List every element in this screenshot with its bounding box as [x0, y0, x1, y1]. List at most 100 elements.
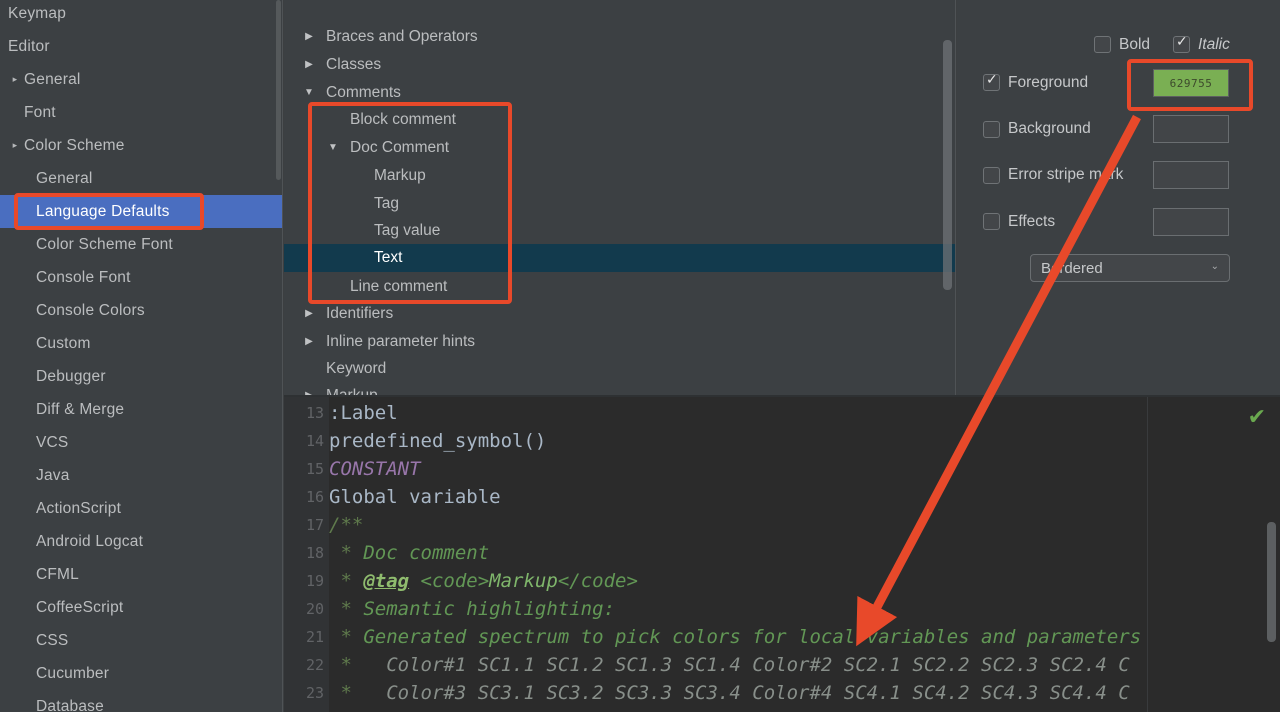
- tree-item-markup[interactable]: Markup: [284, 162, 956, 190]
- line-number: 21: [305, 628, 324, 646]
- settings-categories-sidebar[interactable]: Keymap Editor ▸ General Font ▸ Color Scheme Gen…: [0, 0, 283, 712]
- tree-item-label: Markup: [374, 167, 426, 184]
- sidebar-item-label: CFML: [36, 565, 79, 583]
- bold-label: Bold: [1119, 36, 1151, 53]
- tree-scrollbar[interactable]: [943, 40, 952, 290]
- line-number: 16: [305, 488, 324, 506]
- line-number: 15: [305, 460, 324, 478]
- tree-item-braces-and-operators[interactable]: ▶ Braces and Operators: [284, 23, 956, 51]
- tree-item-label: Doc Comment: [350, 139, 450, 156]
- code-text: * Generated spectrum to pick colors for …: [329, 623, 1141, 651]
- tree-item-tag[interactable]: Tag: [284, 190, 956, 218]
- sidebar-item-color-scheme[interactable]: ▸ Color Scheme: [0, 129, 283, 162]
- sidebar-twisty-icon[interactable]: ▸: [8, 74, 22, 85]
- sidebar-item-label: VCS: [36, 433, 69, 451]
- error-stripe-mark-color-swatch[interactable]: [1153, 161, 1229, 189]
- tree-item-classes[interactable]: ▶ Classes: [284, 51, 956, 79]
- sidebar-item-label: Debugger: [36, 367, 106, 385]
- sidebar-item-language-defaults[interactable]: Language Defaults: [0, 195, 283, 228]
- foreground-checkbox[interactable]: [983, 72, 1000, 91]
- effects-label: Effects: [1008, 213, 1056, 230]
- sidebar-item-general[interactable]: ▸ General: [0, 63, 283, 96]
- tree-item-label: Classes: [326, 56, 382, 73]
- sidebar-item-actionscript[interactable]: ActionScript: [0, 492, 283, 525]
- code-text: * Doc comment: [329, 539, 489, 567]
- background-checkbox[interactable]: [983, 121, 1000, 138]
- tree-item-inline-parameter-hints[interactable]: ▶ Inline parameter hints: [284, 328, 956, 356]
- sidebar-item-label: Database: [36, 697, 104, 712]
- attributes-panel: Bold Italic Foreground 629755 Background…: [957, 0, 1280, 396]
- italic-checkbox[interactable]: [1173, 34, 1190, 53]
- tree-item-markup[interactable]: ▶ Markup: [284, 382, 956, 396]
- tree-item-identifiers[interactable]: ▶ Identifiers: [284, 300, 956, 328]
- chevron-right-icon[interactable]: ▶: [302, 32, 316, 42]
- code-text: :Label: [329, 399, 398, 427]
- code-preview-editor[interactable]: 13:Label 14 predefined_symbol() 15 CONSTANT 1…: [284, 397, 1280, 712]
- sidebar-item-console-colors[interactable]: Console Colors: [0, 294, 283, 327]
- code-line: 21 * Generated spectrum to pick colors f…: [284, 623, 1280, 651]
- chevron-right-icon[interactable]: ▶: [302, 60, 316, 70]
- code-token: Generated spectrum to pick colors for lo…: [363, 626, 1142, 648]
- foreground-color-swatch[interactable]: 629755: [1153, 69, 1229, 97]
- chevron-right-icon[interactable]: ▶: [302, 337, 316, 347]
- chevron-down-icon[interactable]: ▼: [326, 143, 340, 153]
- italic-label: Italic: [1198, 36, 1230, 53]
- tree-item-keyword[interactable]: Keyword: [284, 355, 956, 383]
- line-number: 17: [305, 516, 324, 534]
- sidebar-item-font[interactable]: Font: [0, 96, 283, 129]
- inspections-ok-icon[interactable]: ✔: [1248, 407, 1266, 429]
- tree-item-label: Braces and Operators: [326, 28, 478, 45]
- sidebar-item-keymap[interactable]: Keymap: [0, 0, 283, 30]
- code-line: 17 /**: [284, 511, 1280, 539]
- tree-item-tag-value[interactable]: Tag value: [284, 217, 956, 245]
- code-text: CONSTANT: [329, 455, 421, 483]
- bold-checkbox[interactable]: [1094, 36, 1111, 53]
- sidebar-twisty-icon[interactable]: ▸: [8, 140, 22, 151]
- tree-item-text[interactable]: Text: [284, 244, 956, 272]
- sidebar-item-java[interactable]: Java: [0, 459, 283, 492]
- sidebar-item-android-logcat[interactable]: Android Logcat: [0, 525, 283, 558]
- effects-color-swatch[interactable]: [1153, 208, 1229, 236]
- code-token: *: [329, 682, 387, 704]
- effects-checkbox[interactable]: [983, 213, 1000, 230]
- code-token: @tag: [363, 570, 410, 592]
- sidebar-item-database[interactable]: Database: [0, 690, 283, 712]
- error-stripe-mark-label: Error stripe mark: [1008, 166, 1124, 183]
- error-stripe-mark-checkbox[interactable]: [983, 167, 1000, 184]
- code-line: 18 * Doc comment: [284, 539, 1280, 567]
- sidebar-item-coffeescript[interactable]: CoffeeScript: [0, 591, 283, 624]
- effect-type-dropdown[interactable]: Bordered ⌄: [1030, 254, 1230, 282]
- sidebar-item-label: Android Logcat: [36, 532, 144, 550]
- code-token: </code>: [557, 570, 638, 592]
- chevron-down-icon[interactable]: ▼: [302, 88, 316, 98]
- code-token: *: [329, 626, 364, 648]
- code-token: :Label: [329, 402, 398, 424]
- tree-item-block-comment[interactable]: Block comment: [284, 106, 956, 134]
- code-token: *: [329, 542, 364, 564]
- sidebar-item-general[interactable]: General: [0, 162, 283, 195]
- code-token: Doc comment: [363, 542, 490, 564]
- preview-scrollbar[interactable]: [1267, 522, 1276, 642]
- sidebar-item-custom[interactable]: Custom: [0, 327, 283, 360]
- tree-item-label: Keyword: [326, 360, 387, 377]
- sidebar-item-cfml[interactable]: CFML: [0, 558, 283, 591]
- sidebar-item-console-font[interactable]: Console Font: [0, 261, 283, 294]
- sidebar-item-label: Keymap: [8, 4, 67, 22]
- sidebar-item-css[interactable]: CSS: [0, 624, 283, 657]
- tree-item-comments[interactable]: ▼ Comments: [284, 79, 956, 107]
- sidebar-item-label: Cucumber: [36, 664, 110, 682]
- sidebar-item-color-scheme-font[interactable]: Color Scheme Font: [0, 228, 283, 261]
- chevron-right-icon[interactable]: ▶: [302, 309, 316, 319]
- background-color-swatch[interactable]: [1153, 115, 1229, 143]
- sidebar-scrollbar[interactable]: [276, 0, 281, 180]
- color-scheme-tree-panel[interactable]: ▶ Braces and Operators ▶ Classes ▼ Comments Bl…: [284, 0, 956, 396]
- sidebar-item-label: General: [36, 169, 93, 187]
- sidebar-item-editor[interactable]: Editor: [0, 30, 283, 63]
- sidebar-item-diff-merge[interactable]: Diff & Merge: [0, 393, 283, 426]
- code-text: * Color#3 SC3.1 SC3.2 SC3.3 SC3.4 Color#…: [329, 679, 1129, 707]
- sidebar-item-vcs[interactable]: VCS: [0, 426, 283, 459]
- tree-item-line-comment[interactable]: Line comment: [284, 273, 956, 301]
- sidebar-item-debugger[interactable]: Debugger: [0, 360, 283, 393]
- sidebar-item-cucumber[interactable]: Cucumber: [0, 657, 283, 690]
- tree-item-doc-comment[interactable]: ▼ Doc Comment: [284, 134, 956, 162]
